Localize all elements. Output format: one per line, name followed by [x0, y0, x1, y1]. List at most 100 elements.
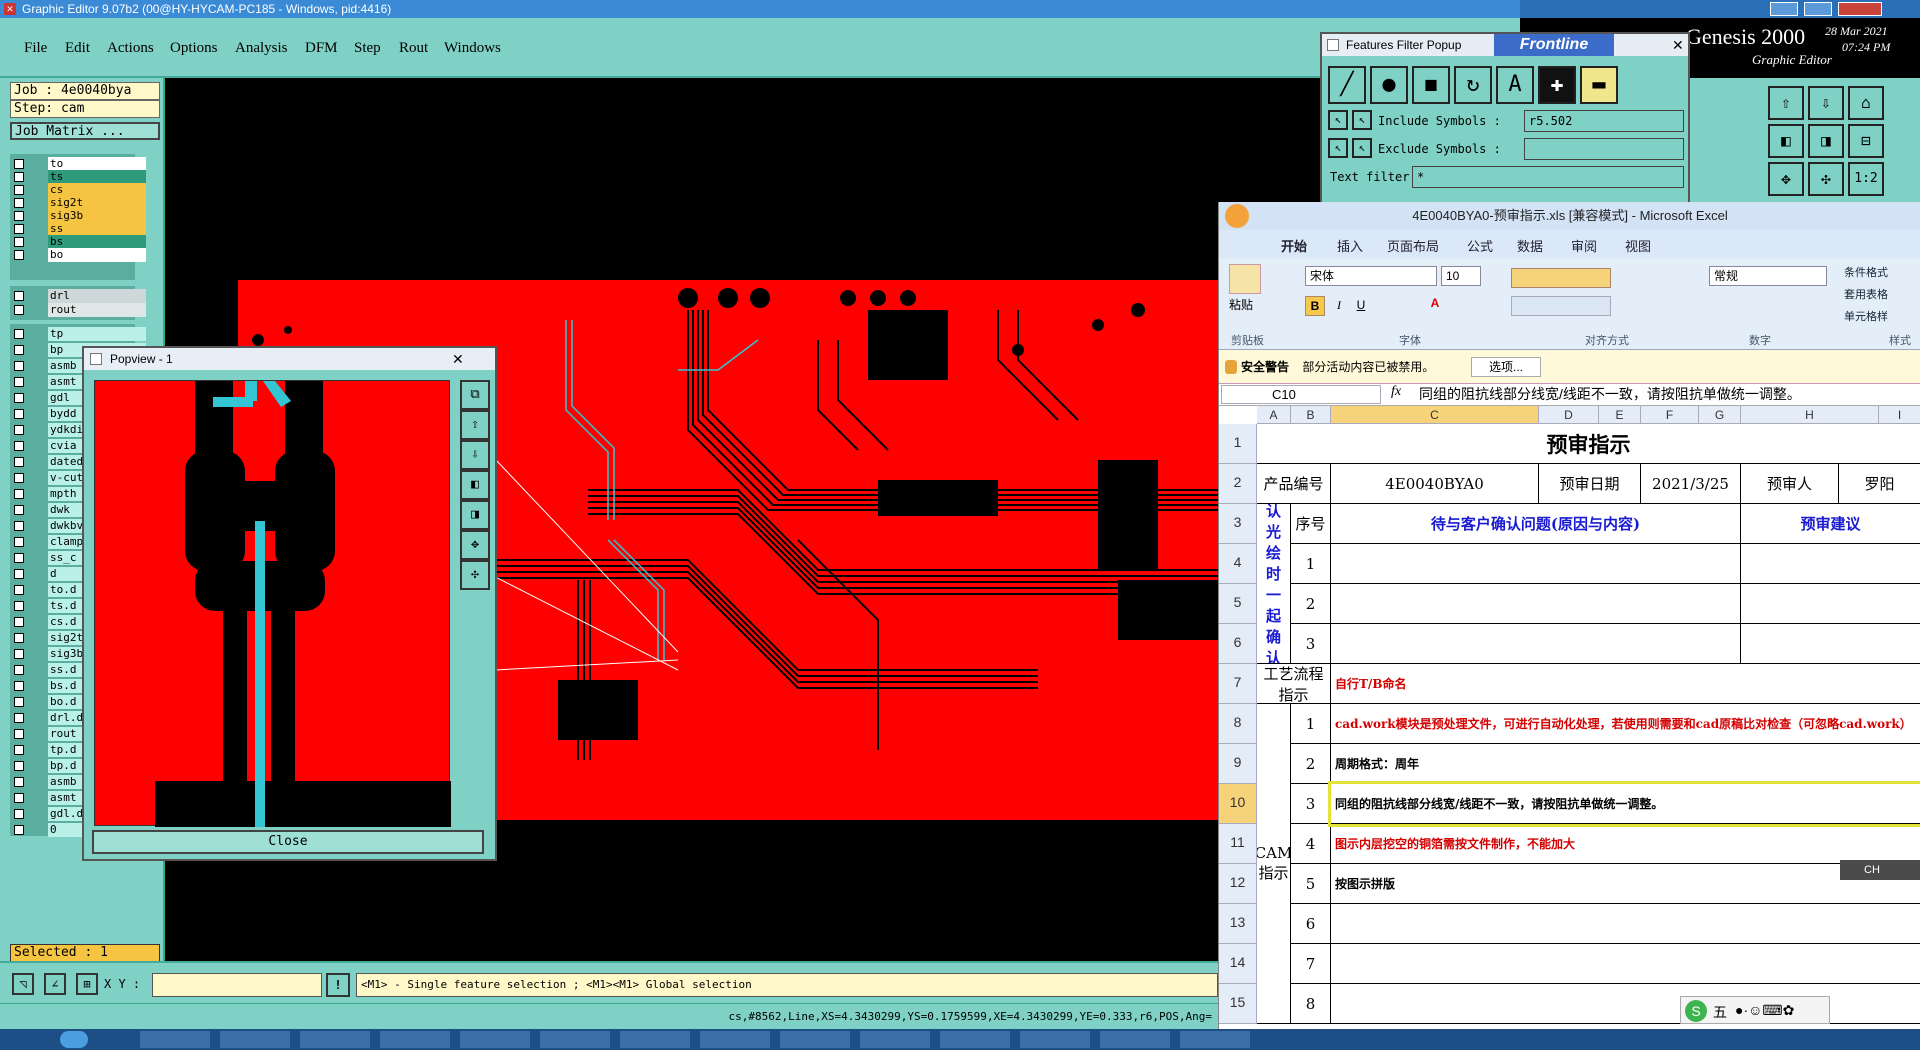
layer-checkbox[interactable] [14, 393, 24, 403]
app-close-icon[interactable]: ✕ [4, 3, 16, 15]
font-color-icon[interactable]: A [1425, 296, 1445, 316]
row-header[interactable]: 5 [1219, 584, 1257, 624]
tab-insert[interactable]: 插入 [1337, 236, 1363, 255]
cam-item-text[interactable]: 图示内层挖空的铜箔需按文件制作，不能加大 [1331, 824, 1920, 864]
layer-checkbox[interactable] [14, 569, 24, 579]
cam-item-text[interactable]: 周期格式：周年 [1331, 744, 1920, 784]
layer-checkbox[interactable] [14, 441, 24, 451]
cam-item-number[interactable]: 3 [1291, 784, 1331, 824]
row-header[interactable]: 3 [1219, 504, 1257, 544]
layer-checkbox[interactable] [14, 505, 24, 515]
tab-formulas[interactable]: 公式 [1467, 236, 1493, 255]
popview-right-icon[interactable]: ◨ [460, 500, 490, 530]
layer-checkbox[interactable] [14, 361, 24, 371]
taskbar-item[interactable] [940, 1031, 1010, 1048]
row-header[interactable]: 10 [1219, 784, 1257, 824]
popview-close-button[interactable]: Close [92, 830, 484, 854]
pending-row-content[interactable] [1331, 584, 1741, 624]
ime-punctuation-icon[interactable]: ●·☺⌨✿ [1735, 1002, 1794, 1019]
align-horizontal-group[interactable] [1511, 296, 1611, 316]
layer-up-icon[interactable]: ⇧ [1768, 86, 1804, 120]
text-tool-icon[interactable]: A [1496, 66, 1534, 104]
taskbar-item[interactable] [300, 1031, 370, 1048]
layer-checkbox[interactable] [14, 617, 24, 627]
layer-name[interactable]: rout [48, 303, 146, 317]
popview-left-icon[interactable]: ◧ [460, 470, 490, 500]
maximize-icon[interactable] [1804, 2, 1832, 16]
cam-item-number[interactable]: 5 [1291, 864, 1331, 904]
layer-checkbox[interactable] [14, 345, 24, 355]
row-header[interactable]: 6 [1219, 624, 1257, 664]
layer-row[interactable]: drl [14, 289, 154, 304]
cam-item-number[interactable]: 2 [1291, 744, 1331, 784]
minimize-icon[interactable] [1770, 2, 1798, 16]
bold-icon[interactable]: B [1305, 296, 1325, 316]
review-date-value[interactable]: 2021/3/25 [1641, 464, 1741, 504]
popview-close-icon[interactable]: ✕ [452, 348, 464, 370]
underline-icon[interactable]: U [1351, 296, 1371, 316]
layer-checkbox[interactable] [14, 713, 24, 723]
row-header[interactable]: 9 [1219, 744, 1257, 784]
conditional-format-button[interactable]: 条件格式 [1844, 264, 1888, 280]
taskbar-item[interactable] [1100, 1031, 1170, 1048]
layer-checkbox[interactable] [14, 473, 24, 483]
function-icon[interactable]: fx [1391, 384, 1401, 400]
layer-checkbox[interactable] [14, 409, 24, 419]
zoom-fit-icon[interactable]: ✥ [1768, 162, 1804, 196]
layer-name[interactable]: cs [48, 183, 146, 197]
start-button-icon[interactable] [60, 1031, 88, 1048]
pending-row-suggestion[interactable] [1741, 584, 1920, 624]
include-pick-icon[interactable]: ↖ [1352, 110, 1372, 130]
layer-checkbox[interactable] [14, 237, 24, 247]
ime-mode-label[interactable]: 五 [1713, 1002, 1727, 1022]
cam-item-number[interactable]: 7 [1291, 944, 1331, 984]
cam-item-text[interactable] [1331, 984, 1920, 1024]
row-header[interactable]: 13 [1219, 904, 1257, 944]
cam-item-number[interactable]: 4 [1291, 824, 1331, 864]
layer-name[interactable]: bo [48, 248, 146, 262]
taskbar-item[interactable] [380, 1031, 450, 1048]
close-window-icon[interactable] [1838, 2, 1882, 16]
pending-row-content[interactable] [1331, 544, 1741, 584]
exclude-symbols-input[interactable] [1524, 138, 1684, 160]
align-top-group[interactable] [1511, 268, 1611, 288]
layer-checkbox[interactable] [14, 633, 24, 643]
layer-row[interactable]: tp [14, 327, 154, 342]
paste-icon[interactable] [1229, 264, 1261, 294]
taskbar-item[interactable] [780, 1031, 850, 1048]
layer-checkbox[interactable] [14, 649, 24, 659]
row-header[interactable]: 1 [1219, 424, 1257, 464]
job-matrix-button[interactable]: Job Matrix ... [10, 122, 160, 140]
layer-checkbox[interactable] [14, 665, 24, 675]
xy-input[interactable] [152, 973, 322, 997]
seq-header[interactable]: 序号 [1291, 504, 1331, 544]
review-date-label[interactable]: 预审日期 [1539, 464, 1641, 504]
popview-center-icon[interactable]: ✣ [460, 560, 490, 590]
product-no-value[interactable]: 4E0040BYA0 [1331, 464, 1539, 504]
taskbar-item[interactable] [1180, 1031, 1250, 1048]
layer-checkbox[interactable] [14, 250, 24, 260]
taskbar-item[interactable] [140, 1031, 210, 1048]
tab-data[interactable]: 数据 [1517, 236, 1543, 255]
name-box[interactable]: C10 [1221, 385, 1381, 404]
layer-checkbox[interactable] [14, 489, 24, 499]
column-header[interactable]: I [1879, 406, 1920, 424]
row-header[interactable]: 15 [1219, 984, 1257, 1024]
layer-checkbox[interactable] [14, 585, 24, 595]
formula-input[interactable]: 同组的阻抗线部分线宽/线距不一致，请按阻抗单做统一调整。 [1413, 385, 1920, 404]
scale-one-to-two-icon[interactable]: 1:2 [1848, 162, 1884, 196]
layer-checkbox[interactable] [14, 761, 24, 771]
row-header[interactable]: 12 [1219, 864, 1257, 904]
pad-tool-icon[interactable]: ● [1370, 66, 1408, 104]
layer-checkbox[interactable] [14, 729, 24, 739]
popview-zoom-fit-icon[interactable]: ✥ [460, 530, 490, 560]
layer-checkbox[interactable] [14, 425, 24, 435]
menu-rout[interactable]: Rout [399, 40, 428, 57]
positive-polarity-icon[interactable]: ✚ [1538, 66, 1576, 104]
exclude-pick-icon[interactable]: ↖ [1352, 138, 1372, 158]
pending-row-suggestion[interactable] [1741, 544, 1920, 584]
sheet-heading[interactable]: 预审指示 [1257, 424, 1920, 464]
layer-checkbox[interactable] [14, 601, 24, 611]
column-header[interactable]: H [1741, 406, 1879, 424]
zoom-center-icon[interactable]: ✣ [1808, 162, 1844, 196]
